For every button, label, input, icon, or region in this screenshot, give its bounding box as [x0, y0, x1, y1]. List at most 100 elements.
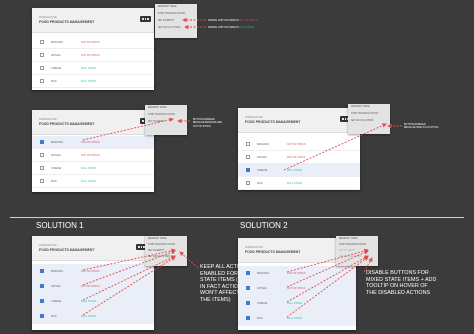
product-name: MILK	[51, 315, 57, 318]
note-empty-rule: WORKS JUST ON ITEMS IN OUT OF STOCK	[208, 19, 258, 22]
row-checkbox[interactable]	[246, 155, 250, 159]
row-checkbox[interactable]	[40, 153, 44, 157]
table-row[interactable]: MILK FULL STOCK	[32, 309, 154, 324]
eyebrow: WAREHOUSE	[39, 118, 57, 121]
table-row[interactable]: CHEESE FULL STOCK	[32, 162, 154, 175]
table-row[interactable]: MILK FULL STOCK	[238, 177, 360, 190]
menu-item-set-full[interactable]: SET AS FULL STOCK	[148, 256, 171, 258]
row-checkbox[interactable]	[40, 299, 44, 303]
table-row[interactable]: BANANAS OUT OF STOCK	[32, 264, 154, 279]
row-checkbox[interactable]	[40, 40, 44, 44]
menu-item-refresh[interactable]: REFRESH TABLE	[148, 107, 167, 109]
product-name: BANANAS	[51, 41, 63, 44]
stock-status: FULL STOCK	[81, 80, 97, 83]
table-row[interactable]: CHEESE FULL STOCK	[32, 294, 154, 309]
menu-item-refresh[interactable]: REFRESH TABLE	[351, 106, 370, 108]
row-checkbox[interactable]	[246, 271, 250, 275]
row-checkbox[interactable]	[40, 79, 44, 83]
table-row[interactable]: APPLES OUT OF STOCK	[32, 49, 154, 62]
menu-item-set-full[interactable]: SET AS FULL STOCK	[158, 27, 181, 29]
menu-item-stop-tracking[interactable]: STOP TRACKING STOCK	[158, 13, 185, 15]
note-enabled-bananas: BUTTON ENABLED BECAUSE BANANAS ARE OUT O…	[193, 118, 222, 128]
stock-status: OUT OF STOCK	[81, 141, 100, 144]
row-checkbox[interactable]	[40, 284, 44, 288]
note-enabled-item3: BUTTON ENABLED BECAUSE ITEM 3 IS IN STOC…	[404, 123, 439, 130]
more-actions-button[interactable]	[140, 16, 151, 22]
card-header: WAREHOUSE FOOD PRODUCTS MANAGEMENT	[32, 110, 154, 135]
card-header: WAREHOUSE FOOD PRODUCTS MANAGEMENT	[32, 236, 154, 261]
stock-status: FULL STOCK	[81, 167, 97, 170]
product-name: APPLES	[257, 287, 267, 290]
row-checkbox[interactable]	[40, 314, 44, 318]
card-header: WAREHOUSE FOOD PRODUCTS MANAGEMENT	[238, 108, 360, 133]
row-checkbox[interactable]	[246, 316, 250, 320]
row-checkbox[interactable]	[40, 166, 44, 170]
stock-status: FULL STOCK	[287, 182, 303, 185]
stock-status: OUT OF STOCK	[81, 154, 100, 157]
menu-item-stop-tracking[interactable]: STOP TRACKING STOCK	[339, 244, 366, 246]
product-name: MILK	[257, 317, 263, 320]
menu-item-set-full-disabled: SET AS FULL STOCK	[339, 256, 362, 258]
stock-status: OUT OF STOCK	[287, 287, 306, 290]
row-checkbox[interactable]	[246, 286, 250, 290]
row-checkbox[interactable]	[246, 181, 250, 185]
menu-item-stop-tracking[interactable]: STOP TRACKING STOCK	[148, 244, 175, 246]
product-name: MILK	[257, 182, 263, 185]
row-checkbox[interactable]	[40, 140, 44, 144]
stock-status: FULL STOCK	[287, 169, 303, 172]
actions-menu: REFRESH TABLE STOP TRACKING STOCK SET AS…	[145, 236, 187, 266]
menu-item-stop-tracking[interactable]: STOP TRACKING STOCK	[351, 113, 378, 115]
table-row[interactable]: APPLES OUT OF STOCK	[32, 149, 154, 162]
stock-status: OUT OF STOCK	[287, 156, 306, 159]
product-name: APPLES	[51, 54, 61, 57]
panel-solution-1: WAREHOUSE FOOD PRODUCTS MANAGEMENT BANAN…	[32, 236, 154, 330]
table-row[interactable]: CHEESE FULL STOCK	[238, 164, 360, 177]
menu-item-stop-tracking[interactable]: STOP TRACKING STOCK	[148, 114, 175, 116]
product-name: CHEESE	[51, 167, 62, 170]
table-row[interactable]: APPLES OUT OF STOCK	[238, 281, 356, 296]
row-checkbox[interactable]	[40, 269, 44, 273]
table-row[interactable]: MILK FULL STOCK	[32, 75, 154, 88]
product-name: CHEESE	[51, 67, 62, 70]
table-row[interactable]: APPLES OUT OF STOCK	[238, 151, 360, 164]
row-checkbox[interactable]	[40, 53, 44, 57]
product-name: BANANAS	[51, 141, 63, 144]
stock-status: FULL STOCK	[287, 302, 303, 305]
card-title: FOOD PRODUCTS MANAGEMENT	[245, 250, 301, 254]
product-name: MILK	[51, 80, 57, 83]
menu-item-refresh[interactable]: REFRESH TABLE	[158, 6, 177, 8]
table-row[interactable]: CHEESE FULL STOCK	[238, 296, 356, 311]
panel-cheese-selected: WAREHOUSE FOOD PRODUCTS MANAGEMENT BANAN…	[238, 108, 360, 190]
row-checkbox[interactable]	[40, 66, 44, 70]
stock-status: FULL STOCK	[287, 317, 303, 320]
table-row[interactable]: BANANAS OUT OF STOCK	[238, 138, 360, 151]
table-row[interactable]: BANANAS OUT OF STOCK	[32, 136, 154, 149]
product-name: BANANAS	[257, 143, 269, 146]
menu-item-refresh[interactable]: REFRESH TABLE	[148, 238, 167, 240]
product-name: BANANAS	[51, 270, 63, 273]
row-checkbox[interactable]	[246, 168, 250, 172]
note-full-rule: WORKS JUST ON ITEMS IN FULL STOCK	[208, 26, 255, 29]
row-checkbox[interactable]	[246, 301, 250, 305]
eyebrow: WAREHOUSE	[39, 16, 57, 19]
table-row[interactable]: BANANAS OUT OF STOCK	[238, 266, 356, 281]
stock-status: FULL STOCK	[81, 300, 97, 303]
menu-item-refresh[interactable]: REFRESH TABLE	[339, 238, 358, 240]
table-row[interactable]: CHEESE FULL STOCK	[32, 62, 154, 75]
table-row[interactable]: APPLES OUT OF STOCK	[32, 279, 154, 294]
row-checkbox[interactable]	[246, 142, 250, 146]
menu-item-set-full[interactable]: SET AS FULL STOCK	[351, 120, 374, 122]
row-checkbox[interactable]	[40, 179, 44, 183]
stock-status: OUT OF STOCK	[81, 270, 100, 273]
menu-item-set-empty[interactable]: SET AS EMPTY	[158, 20, 175, 22]
table-row[interactable]: MILK FULL STOCK	[238, 311, 356, 326]
menu-item-set-empty[interactable]: SET AS EMPTY	[148, 250, 165, 252]
card-title: FOOD PRODUCTS MANAGEMENT	[39, 20, 95, 24]
product-name: MILK	[51, 180, 57, 183]
menu-item-set-empty-disabled: SET AS EMPTY	[339, 250, 356, 252]
menu-item-set-empty[interactable]: SET AS EMPTY	[148, 121, 165, 123]
table-row[interactable]: MILK FULL STOCK	[32, 175, 154, 188]
card-title: FOOD PRODUCTS MANAGEMENT	[245, 120, 301, 124]
table-row[interactable]: BANANAS OUT OF STOCK	[32, 36, 154, 49]
stock-status: OUT OF STOCK	[287, 272, 306, 275]
